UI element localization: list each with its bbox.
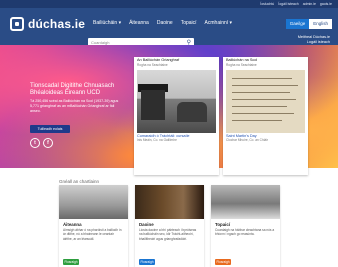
script-line xyxy=(232,112,294,114)
script-line xyxy=(232,77,292,79)
top-links: Íosluchtú Íogáil isteach admin.ie gaois.… xyxy=(260,1,332,7)
nav-item-aiteanna[interactable]: Áiteanna xyxy=(129,20,149,27)
hero-body: Tá 250,456 scéal as Bailiúchán na Scol (… xyxy=(30,99,119,113)
language-switcher: Gaeilge English xyxy=(285,19,332,29)
feature-card-places[interactable]: Áiteanna Aimsigh ábhar ó na pharóistí a … xyxy=(59,185,128,267)
section-title: Gnéall an chartlainn xyxy=(59,179,100,184)
card-subheader: Rogha na Seachtaine xyxy=(226,62,257,67)
card-caption: Inis Meáin, Co. na Gaillimhe xyxy=(137,138,177,142)
feature-description: Cuardaigh na hábhar cleachtana sa nós a … xyxy=(215,228,275,237)
places-image xyxy=(59,185,128,219)
site-logo[interactable]: dúchas.ie xyxy=(10,17,85,31)
feature-card-topics[interactable]: Topaicí Cuardaigh na hábhar cleachtana s… xyxy=(211,185,280,267)
account-area: Meitheal Dúchas.ie Logáil isteach xyxy=(298,35,330,45)
topics-image xyxy=(211,185,280,219)
card-subheader: Rogha na Seachtaine xyxy=(137,62,168,67)
script-line xyxy=(232,91,290,93)
feature-card-people[interactable]: Daoine Liosta daoine a bhí páirteach i b… xyxy=(135,185,204,267)
main-nav: Bailiúcháin ▾ Áiteanna Daoine Topaicí Ac… xyxy=(93,20,232,27)
top-link-3[interactable]: gaois.ie xyxy=(320,1,332,7)
nav-item-daoine[interactable]: Daoine xyxy=(157,20,173,27)
nav-item-bailiuchain[interactable]: Bailiúcháin ▾ xyxy=(93,20,121,27)
logo-icon xyxy=(10,17,24,31)
photo-house xyxy=(141,89,165,120)
feature-title: Topaicí xyxy=(215,222,231,227)
card-caption: Clochar Mhuire, Co. an Chláir xyxy=(226,138,268,142)
top-link-2[interactable]: admin.ie xyxy=(303,1,316,7)
top-link-0[interactable]: Íosluchtú xyxy=(260,1,274,7)
script-line xyxy=(232,84,298,86)
site-header: dúchas.ie Bailiúcháin ▾ Áiteanna Daoine … xyxy=(0,8,338,47)
featured-photo-card[interactable]: An Bailiúchán Grianghraf Rogha na Seacht… xyxy=(134,57,219,175)
more-info-button[interactable]: Tuilleadh eolais xyxy=(30,125,70,133)
lang-english-button[interactable]: English xyxy=(309,19,332,29)
featured-story-card[interactable]: Bailiúchán na Scol Rogha na Seachtaine S… xyxy=(223,57,308,175)
twitter-icon[interactable]: t xyxy=(30,138,40,148)
people-image xyxy=(135,185,204,219)
explore-places-button[interactable]: Fiosraigh xyxy=(63,259,79,265)
lang-gaeilge-button[interactable]: Gaeilge xyxy=(285,19,310,29)
manuscript-image xyxy=(226,69,305,133)
hero-title: Tionscadal Digitithe Chnuasach Bhéaloide… xyxy=(30,83,115,96)
explore-people-button[interactable]: Fiosraigh xyxy=(139,259,155,265)
feature-title: Áiteanna xyxy=(63,222,82,227)
social-links: t f xyxy=(30,138,53,148)
photo-people xyxy=(177,101,207,122)
explore-topics-button[interactable]: Fiosraigh xyxy=(215,259,231,265)
featured-photo xyxy=(137,69,216,133)
facebook-icon[interactable]: f xyxy=(43,138,53,148)
script-line xyxy=(232,105,287,107)
nav-item-topaici[interactable]: Topaicí xyxy=(181,20,197,27)
top-utility-bar: Íosluchtú Íogáil isteach admin.ie gaois.… xyxy=(0,0,338,8)
logo-text: dúchas.ie xyxy=(28,17,86,31)
top-link-1[interactable]: Íogáil isteach xyxy=(278,1,298,7)
feature-description: Aimsigh ábhar ó na pharóistí a bailiodh … xyxy=(63,228,122,241)
feature-description: Liosta daoine a bhí páirteach i bpróisea… xyxy=(139,228,197,241)
feature-title: Daoine xyxy=(139,222,154,227)
script-line xyxy=(232,119,282,121)
nav-item-acmhainni[interactable]: Acmhainní ▾ xyxy=(205,20,233,27)
script-line xyxy=(232,98,296,100)
